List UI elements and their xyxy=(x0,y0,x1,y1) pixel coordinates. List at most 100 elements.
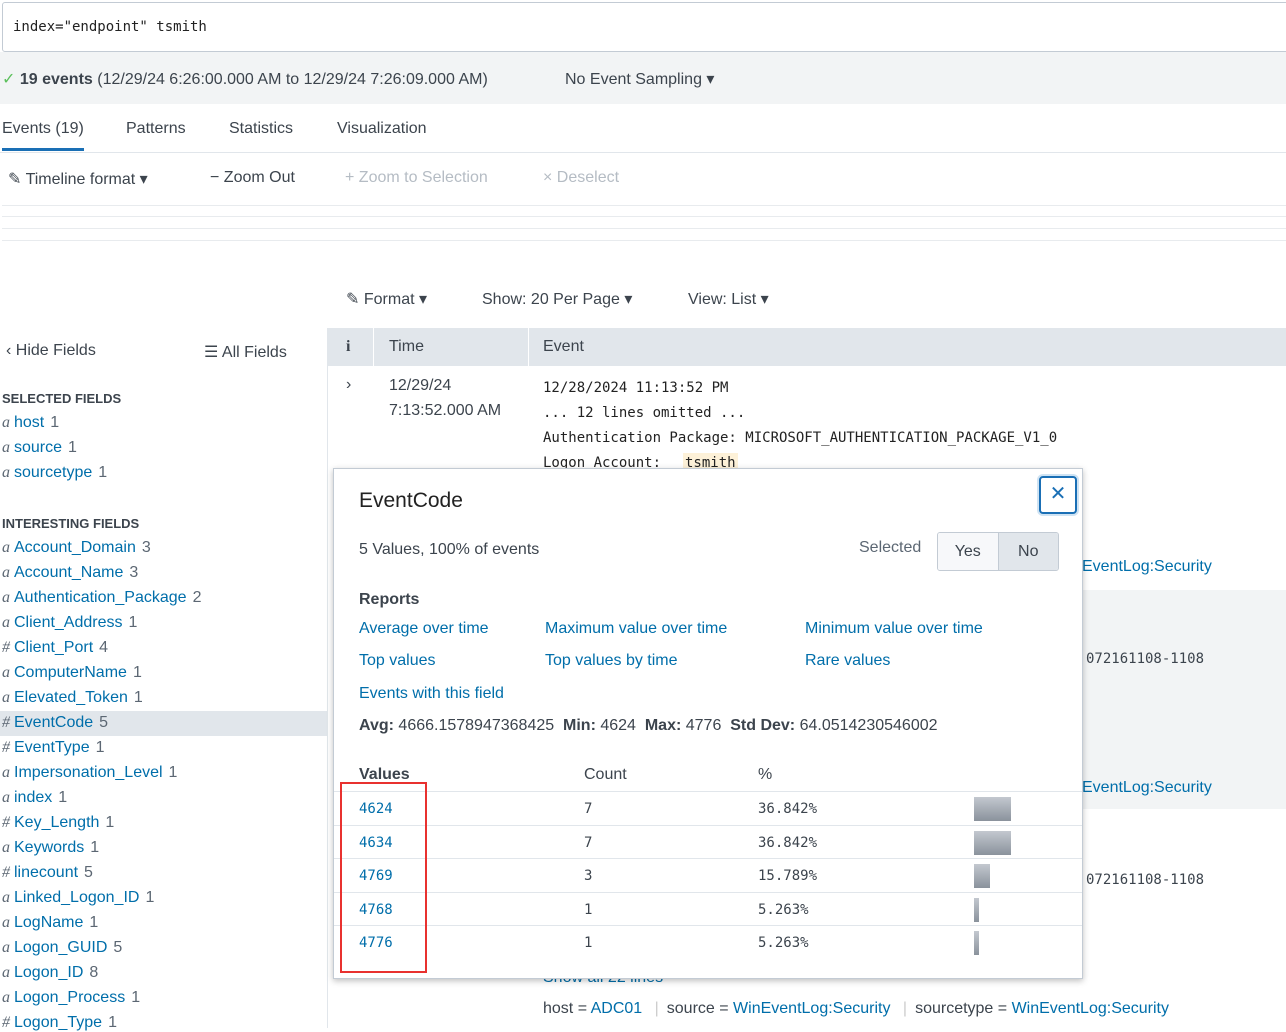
field-name[interactable]: host xyxy=(14,414,44,431)
field-logon_id[interactable]: a Logon_ID 8 xyxy=(2,964,98,982)
event-sampling-dropdown[interactable]: No Event Sampling ▾ xyxy=(565,69,714,89)
event-text: 072161108-1108 xyxy=(1086,872,1205,888)
time-column[interactable]: Time xyxy=(389,338,424,356)
tab-visualization[interactable]: Visualization xyxy=(337,120,427,138)
report-rare-values[interactable]: Rare values xyxy=(805,652,890,670)
field-name[interactable]: Logon_Type xyxy=(14,1014,102,1031)
field-name[interactable]: source xyxy=(14,439,62,456)
field-logon_type[interactable]: # Logon_Type 1 xyxy=(2,1014,117,1032)
field-count: 5 xyxy=(113,939,123,956)
field-name[interactable]: Impersonation_Level xyxy=(14,764,163,781)
tab-events[interactable]: Events (19) xyxy=(2,120,84,151)
field-name[interactable]: Client_Address xyxy=(14,614,123,631)
field-name[interactable]: EventCode xyxy=(14,714,93,731)
field-name[interactable]: Client_Port xyxy=(14,639,93,656)
selected-fields-heading: SELECTED FIELDS xyxy=(2,391,122,406)
field-sourcetype[interactable]: a sourcetype 1 xyxy=(2,464,107,482)
field-type-icon: # xyxy=(2,814,10,831)
field-keywords[interactable]: a Keywords 1 xyxy=(2,839,99,857)
field-elevated_token[interactable]: a Elevated_Token 1 xyxy=(2,689,143,707)
report-events-with-field[interactable]: Events with this field xyxy=(359,685,504,703)
selected-no-button[interactable]: No xyxy=(998,533,1058,570)
field-type-icon: a xyxy=(2,789,10,806)
field-linecount[interactable]: # linecount 5 xyxy=(2,864,93,882)
field-linked_logon_id[interactable]: a Linked_Logon_ID 1 xyxy=(2,889,154,907)
sourcetype-value-link[interactable]: WinEventLog:Security xyxy=(1012,1000,1169,1017)
field-key_length[interactable]: # Key_Length 1 xyxy=(2,814,114,832)
results-tabs: Events (19) Patterns Statistics Visualiz… xyxy=(0,104,1286,153)
event-text: 072161108-1108 xyxy=(1086,651,1205,667)
field-name[interactable]: Authentication_Package xyxy=(14,589,187,606)
search-input[interactable]: index="endpoint" tsmith xyxy=(2,2,1286,52)
field-name[interactable]: Account_Name xyxy=(14,564,123,581)
report-average-over-time[interactable]: Average over time xyxy=(359,620,489,638)
field-type-icon: a xyxy=(2,939,10,956)
sourcetype-link[interactable]: EventLog:Security xyxy=(1082,558,1212,576)
field-impersonation_level[interactable]: a Impersonation_Level 1 xyxy=(2,764,177,782)
field-name[interactable]: Logon_GUID xyxy=(14,939,107,956)
event-column[interactable]: Event xyxy=(543,338,584,356)
field-client_port[interactable]: # Client_Port 4 xyxy=(2,639,108,657)
report-top-values[interactable]: Top values xyxy=(359,652,436,670)
field-eventcode[interactable]: # EventCode 5 xyxy=(0,711,327,736)
zoom-to-selection-button[interactable]: + Zoom to Selection xyxy=(345,169,488,187)
report-max-over-time[interactable]: Maximum value over time xyxy=(545,620,727,638)
report-top-values-by-time[interactable]: Top values by time xyxy=(545,652,678,670)
field-name[interactable]: Keywords xyxy=(14,839,84,856)
field-name[interactable]: Account_Domain xyxy=(14,539,136,556)
field-stats: Avg: 4666.1578947368425 Min: 4624 Max: 4… xyxy=(359,717,938,734)
tab-statistics[interactable]: Statistics xyxy=(229,120,293,138)
field-name[interactable]: linecount xyxy=(14,864,78,881)
selected-yes-button[interactable]: Yes xyxy=(938,533,999,570)
hide-fields-button[interactable]: ‹ Hide Fields xyxy=(6,342,96,360)
field-count: 4 xyxy=(99,639,109,656)
field-name[interactable]: Elevated_Token xyxy=(14,689,128,706)
field-account_name[interactable]: a Account_Name 3 xyxy=(2,564,138,582)
zoom-out-button[interactable]: − Zoom Out xyxy=(210,169,295,187)
field-count: 1 xyxy=(108,1014,117,1031)
deselect-button[interactable]: × Deselect xyxy=(543,169,619,187)
source-value-link[interactable]: WinEventLog:Security xyxy=(733,1000,890,1017)
field-name[interactable]: Linked_Logon_ID xyxy=(14,889,139,906)
per-page-dropdown[interactable]: Show: 20 Per Page ▾ xyxy=(482,289,632,309)
timeline-format-button[interactable]: ✎ Timeline format ▾ xyxy=(8,169,148,189)
field-name[interactable]: Key_Length xyxy=(14,814,99,831)
field-host[interactable]: a host 1 xyxy=(2,414,59,432)
field-authentication_package[interactable]: a Authentication_Package 2 xyxy=(2,589,201,607)
event-fields: host = ADC01 | source = WinEventLog:Secur… xyxy=(543,1000,1169,1017)
event-line: Authentication Package: MICROSOFT_AUTHEN… xyxy=(543,430,1058,446)
sourcetype-link[interactable]: EventLog:Security xyxy=(1082,779,1212,797)
field-eventtype[interactable]: # EventType 1 xyxy=(2,739,105,757)
field-computername[interactable]: a ComputerName 1 xyxy=(2,664,142,682)
field-type-icon: a xyxy=(2,589,10,606)
field-account_domain[interactable]: a Account_Domain 3 xyxy=(2,539,151,557)
field-source[interactable]: a source 1 xyxy=(2,439,77,457)
close-button[interactable]: ✕ xyxy=(1039,476,1077,514)
field-count: 1 xyxy=(58,789,68,806)
format-button[interactable]: ✎ Format ▾ xyxy=(346,289,427,309)
report-min-over-time[interactable]: Minimum value over time xyxy=(805,620,983,638)
field-count: 1 xyxy=(105,814,115,831)
field-name[interactable]: LogName xyxy=(14,914,83,931)
field-type-icon: # xyxy=(2,1014,10,1031)
field-index[interactable]: a index 1 xyxy=(2,789,67,807)
value-bar xyxy=(974,931,980,956)
count-column-header: Count xyxy=(584,766,627,783)
tab-patterns[interactable]: Patterns xyxy=(126,120,186,138)
view-dropdown[interactable]: View: List ▾ xyxy=(688,289,769,309)
field-name[interactable]: Logon_ID xyxy=(14,964,83,981)
expand-event-icon[interactable]: › xyxy=(346,376,351,394)
all-fields-button[interactable]: ☰ All Fields xyxy=(204,342,287,362)
field-name[interactable]: EventType xyxy=(14,739,90,756)
host-value-link[interactable]: ADC01 xyxy=(591,1000,643,1017)
field-name[interactable]: sourcetype xyxy=(14,464,92,481)
field-client_address[interactable]: a Client_Address 1 xyxy=(2,614,137,632)
field-name[interactable]: Logon_Process xyxy=(14,989,125,1006)
field-name[interactable]: index xyxy=(14,789,52,806)
field-name[interactable]: ComputerName xyxy=(14,664,127,681)
value-count: 7 xyxy=(584,834,593,851)
field-logon_process[interactable]: a Logon_Process 1 xyxy=(2,989,140,1007)
field-logname[interactable]: a LogName 1 xyxy=(2,914,98,932)
value-percent: 36.842% xyxy=(758,834,818,851)
field-logon_guid[interactable]: a Logon_GUID 5 xyxy=(2,939,122,957)
